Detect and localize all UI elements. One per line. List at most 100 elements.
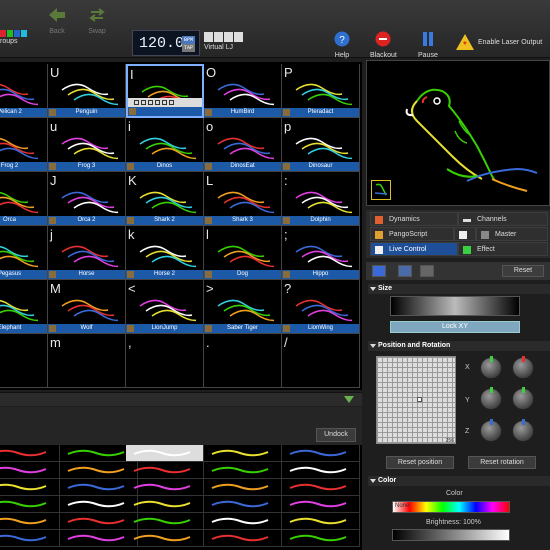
- z-position-knob[interactable]: [480, 419, 502, 442]
- preview-thumbnail[interactable]: [371, 180, 391, 200]
- cue-cell[interactable]: P Pteradact: [282, 64, 360, 118]
- frame-cell[interactable]: [0, 513, 60, 530]
- cue-cell[interactable]: k Horse 2: [126, 226, 204, 280]
- group-color-squares[interactable]: [0, 30, 27, 37]
- lower-splitter[interactable]: [0, 392, 362, 406]
- frame-cell[interactable]: [0, 479, 60, 496]
- cue-cell[interactable]: Pegasus: [0, 226, 48, 280]
- enable-laser-button[interactable]: * Enable Laser Output: [456, 34, 542, 50]
- mini-control-icon[interactable]: [148, 100, 153, 105]
- cue-cell[interactable]: K Shark 2: [126, 172, 204, 226]
- frame-cell[interactable]: [282, 496, 360, 513]
- cue-cell[interactable]: Elephant: [0, 280, 48, 334]
- mini-control-icon[interactable]: [169, 100, 174, 105]
- help-button[interactable]: ? Help: [333, 30, 351, 59]
- back-button[interactable]: Back: [48, 6, 66, 35]
- cue-mini-toolbar[interactable]: [128, 98, 202, 107]
- reset-position-button[interactable]: Reset position: [386, 456, 454, 469]
- frame-cell[interactable]: [126, 530, 204, 547]
- cue-cell[interactable]: : Dolphin: [282, 172, 360, 226]
- blackout-button[interactable]: Blackout: [370, 30, 397, 59]
- tab-live-control[interactable]: Live Control: [370, 242, 458, 256]
- lock-xy-button[interactable]: Lock XY: [390, 321, 520, 333]
- size-slider[interactable]: [390, 296, 520, 316]
- swap-button[interactable]: Swap: [88, 6, 106, 35]
- virtual-lj-button[interactable]: Virtual LJ: [204, 32, 243, 51]
- frame-cell[interactable]: [204, 530, 282, 547]
- tab-effect[interactable]: Effect: [458, 242, 548, 256]
- cue-cell[interactable]: Pelican 2: [0, 64, 48, 118]
- frame-cell[interactable]: [204, 445, 282, 462]
- frame-cell[interactable]: [282, 513, 360, 530]
- y-position-knob[interactable]: [480, 387, 502, 410]
- cue-cell[interactable]: I: [126, 64, 204, 118]
- frame-icon[interactable]: [398, 265, 412, 277]
- frame-cell[interactable]: [0, 445, 60, 462]
- tab-dynamics[interactable]: Dynamics: [370, 212, 458, 226]
- mini-control-icon[interactable]: [134, 100, 139, 105]
- reset-button[interactable]: Reset: [502, 265, 544, 277]
- cue-cell[interactable]: u Frog 3: [48, 118, 126, 172]
- mini-control-icon[interactable]: [155, 100, 160, 105]
- position-handle[interactable]: [417, 397, 422, 402]
- cue-cell[interactable]: > Saber Tiger: [204, 280, 282, 334]
- undock-button[interactable]: Undock: [316, 428, 356, 442]
- cue-cell[interactable]: /: [282, 334, 360, 388]
- x-position-knob[interactable]: [480, 356, 502, 379]
- tap-button[interactable]: TAP: [181, 44, 195, 52]
- cue-cell[interactable]: M Wolf: [48, 280, 126, 334]
- cue-cell[interactable]: m: [48, 334, 126, 388]
- collapse-arrow-icon[interactable]: [344, 396, 354, 403]
- frame-cell[interactable]: [126, 513, 204, 530]
- cue-cell[interactable]: j Horse: [48, 226, 126, 280]
- tab-page[interactable]: [454, 227, 476, 241]
- x-rotation-knob[interactable]: [512, 356, 534, 379]
- cue-cell[interactable]: o DinosEat: [204, 118, 282, 172]
- tab-master[interactable]: Master: [476, 227, 548, 241]
- grid-icon[interactable]: [420, 265, 434, 277]
- cue-cell[interactable]: i Dinos: [126, 118, 204, 172]
- frame-cell[interactable]: [0, 530, 60, 547]
- tab-pangoscript[interactable]: PangoScript: [370, 227, 454, 241]
- size-section-header[interactable]: Size: [368, 284, 550, 294]
- frame-cell[interactable]: [204, 496, 282, 513]
- frame-cell[interactable]: [282, 530, 360, 547]
- cue-cell[interactable]: < LionJump: [126, 280, 204, 334]
- cue-cell[interactable]: ; Hippo: [282, 226, 360, 280]
- cue-cell[interactable]: Orca: [0, 172, 48, 226]
- groups-label[interactable]: roups: [0, 38, 18, 45]
- frame-cell[interactable]: [204, 479, 282, 496]
- frame-cell[interactable]: [282, 462, 360, 479]
- cue-cell[interactable]: [0, 334, 48, 388]
- brightness-slider[interactable]: [392, 529, 510, 541]
- reset-rotation-button[interactable]: Reset rotation: [468, 456, 536, 469]
- mini-control-icon[interactable]: [141, 100, 146, 105]
- cue-cell[interactable]: Frog 2: [0, 118, 48, 172]
- cue-cell[interactable]: O HumBird: [204, 64, 282, 118]
- tab-channels[interactable]: Channels: [458, 212, 548, 226]
- position-pad[interactable]: 256: [376, 356, 456, 444]
- cue-cell[interactable]: p Dinosaur: [282, 118, 360, 172]
- position-section-header[interactable]: Position and Rotation: [368, 341, 550, 351]
- frame-cell[interactable]: [282, 445, 360, 462]
- frame-cell[interactable]: [204, 462, 282, 479]
- cue-cell[interactable]: l Dog: [204, 226, 282, 280]
- cue-cell[interactable]: L Shark 3: [204, 172, 282, 226]
- cue-cell[interactable]: ,: [126, 334, 204, 388]
- frame-cell[interactable]: [126, 462, 204, 479]
- color-section-header[interactable]: Color: [368, 476, 550, 486]
- frame-cell[interactable]: [126, 479, 204, 496]
- pause-button[interactable]: Pause: [418, 30, 438, 59]
- bpm-display[interactable]: 120.0 BPM TAP: [132, 30, 200, 56]
- z-rotation-knob[interactable]: [512, 419, 534, 442]
- frame-cell[interactable]: [126, 445, 204, 462]
- frame-cell[interactable]: [0, 462, 60, 479]
- globe-icon[interactable]: [372, 265, 386, 277]
- cue-cell[interactable]: J Orca 2: [48, 172, 126, 226]
- cue-cell[interactable]: U Penguin: [48, 64, 126, 118]
- color-slider[interactable]: None: [392, 501, 510, 513]
- cue-cell[interactable]: .: [204, 334, 282, 388]
- frame-cell[interactable]: [204, 513, 282, 530]
- frame-cell[interactable]: [126, 496, 204, 513]
- frame-cell[interactable]: [0, 496, 60, 513]
